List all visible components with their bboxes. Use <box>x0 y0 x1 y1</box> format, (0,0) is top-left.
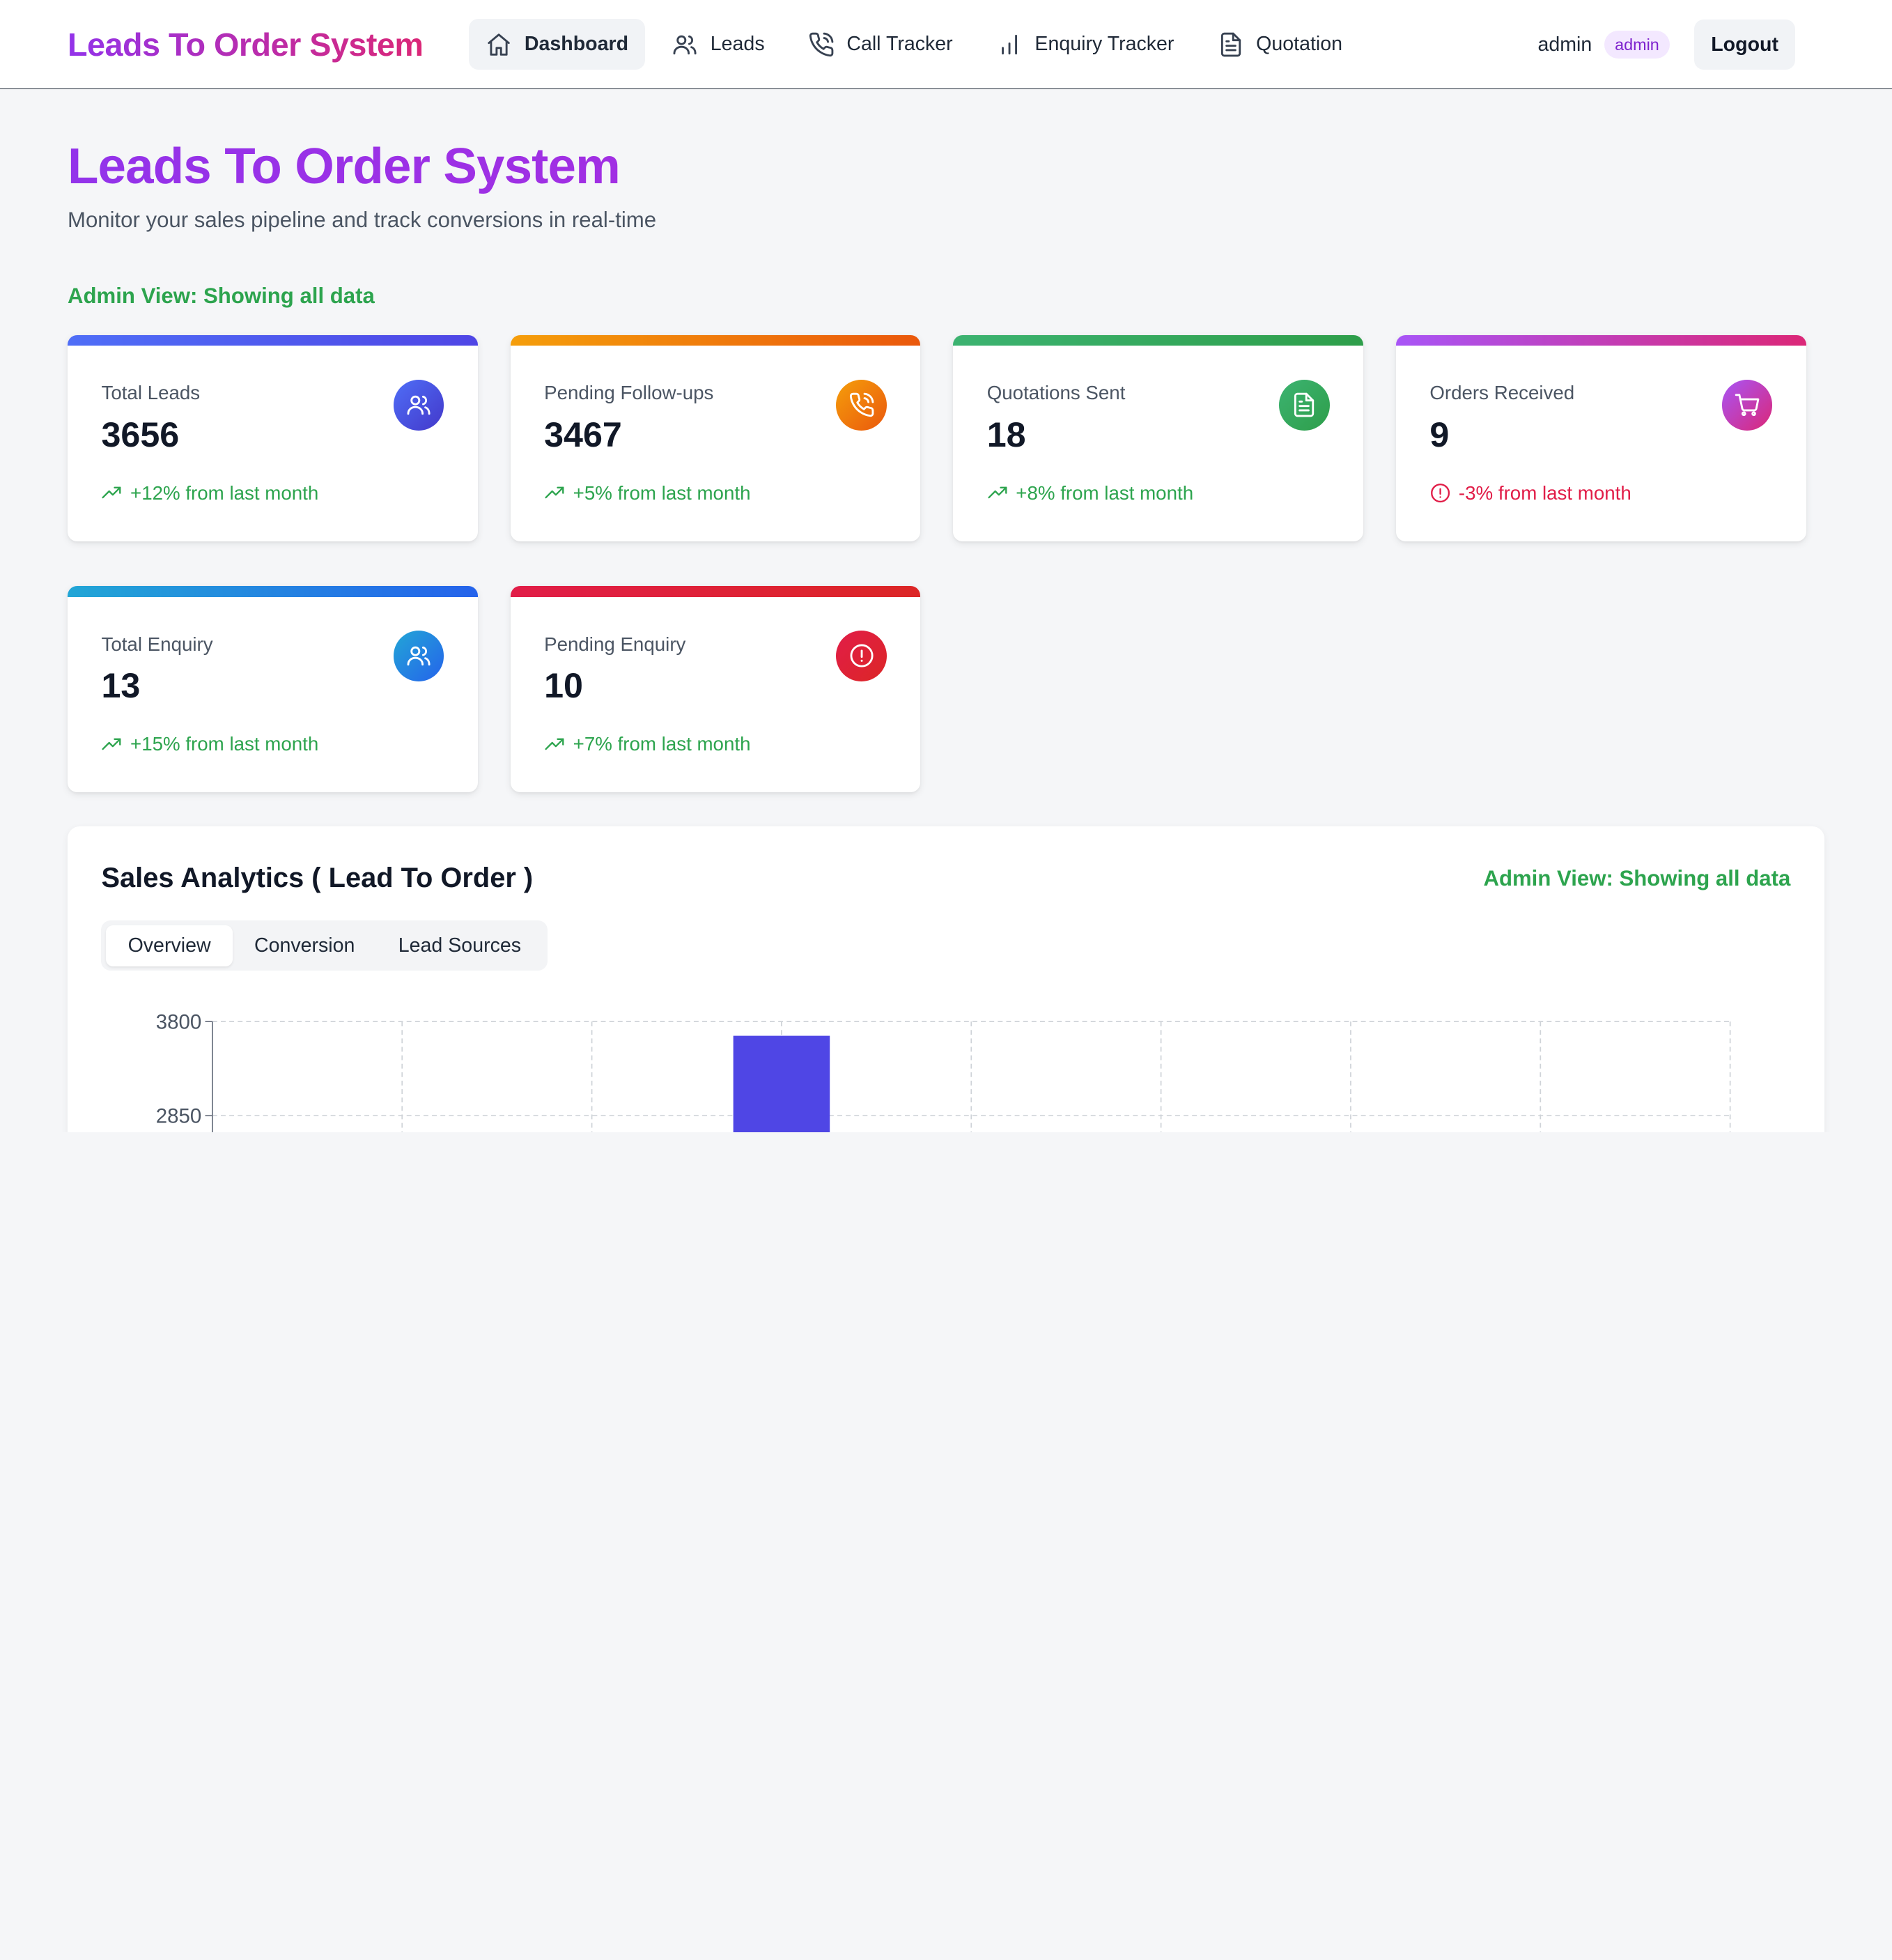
file-text-icon <box>1294 392 1315 417</box>
trending-up-icon <box>102 738 121 750</box>
card-icon-badge <box>836 379 887 431</box>
stat-card-orders-received[interactable]: Orders Received 9 -3% from last month <box>1395 334 1806 541</box>
card-trend-text: +8% from last month <box>1016 482 1194 504</box>
logout-button[interactable]: Logout <box>1694 19 1796 70</box>
chart-bar <box>733 1035 830 1132</box>
analytics-tabs: Overview Conversion Lead Sources <box>101 920 548 971</box>
card-trend-text: +15% from last month <box>130 733 319 755</box>
card-trend: -3% from last month <box>1429 482 1631 504</box>
card-icon-badge <box>1278 379 1330 431</box>
tab-conversion[interactable]: Conversion <box>233 925 377 966</box>
brand-logo[interactable]: Leads To Order System <box>68 26 424 63</box>
card-trend: +12% from last month <box>101 482 318 504</box>
card-accent-bar <box>67 334 478 346</box>
stats-cards: Total Leads 3656 +12% from last month Pe… <box>67 334 1824 793</box>
main-nav: Dashboard Leads Call Tracker Enquiry Tra… <box>469 19 1359 70</box>
stat-card-total-leads[interactable]: Total Leads 3656 +12% from last month <box>67 334 478 541</box>
nav-enquiry-tracker-label: Enquiry Tracker <box>1034 33 1174 56</box>
card-label: Total Leads <box>101 382 201 404</box>
trending-up-icon <box>102 487 121 499</box>
chart-y-tick-label: 2850 <box>156 1105 202 1128</box>
chart-y-tick-label: 3800 <box>156 1011 202 1034</box>
nav-dashboard-label: Dashboard <box>524 33 629 56</box>
card-label: Pending Follow-ups <box>544 382 714 404</box>
card-trend-text: +7% from last month <box>573 733 751 755</box>
stat-card-total-enquiry[interactable]: Total Enquiry 13 +15% from last month <box>67 585 478 793</box>
nav-quotation-label: Quotation <box>1256 33 1343 56</box>
card-accent-bar <box>1395 334 1806 346</box>
nav-enquiry-tracker[interactable]: Enquiry Tracker <box>979 19 1191 70</box>
card-trend-text: +12% from last month <box>130 482 319 504</box>
stat-card-pending-enquiry[interactable]: Pending Enquiry 10 +7% from last month <box>510 585 921 793</box>
card-icon-badge <box>393 631 444 681</box>
card-value: 18 <box>986 415 1026 454</box>
card-value: 9 <box>1429 415 1450 454</box>
card-value: 10 <box>544 666 583 706</box>
card-trend: +7% from last month <box>544 733 750 755</box>
nav-dashboard[interactable]: Dashboard <box>469 19 646 70</box>
card-label: Quotations Sent <box>986 382 1126 404</box>
stat-card-quotations-sent[interactable]: Quotations Sent 18 +8% from last month <box>953 334 1364 541</box>
phone-call-icon <box>809 32 834 56</box>
users-icon <box>673 35 697 54</box>
alert-circle-icon <box>850 644 874 668</box>
overview-bar-chart: 3800 2850 <box>156 1011 1731 1132</box>
user-area: admin admin Logout <box>1537 19 1796 70</box>
card-accent-bar <box>510 334 921 346</box>
stat-card-pending-followups[interactable]: Pending Follow-ups 3467 +5% from last mo… <box>510 334 921 541</box>
nav-leads-label: Leads <box>710 33 765 56</box>
sales-analytics-panel: Sales Analytics ( Lead To Order ) Admin … <box>67 826 1824 1132</box>
user-name: admin <box>1537 33 1592 56</box>
tab-lead-sources[interactable]: Lead Sources <box>377 925 543 966</box>
card-label: Pending Enquiry <box>544 633 686 655</box>
card-icon-badge <box>836 631 887 681</box>
card-accent-bar <box>510 585 921 597</box>
card-trend-text: +5% from last month <box>573 482 751 504</box>
tab-overview[interactable]: Overview <box>106 925 233 966</box>
card-value: 13 <box>101 666 141 706</box>
card-label: Orders Received <box>1429 382 1575 404</box>
home-icon <box>488 33 511 56</box>
card-value: 3467 <box>544 415 622 454</box>
trending-up-icon <box>545 487 564 499</box>
phone-call-icon <box>849 392 874 417</box>
card-accent-bar <box>67 585 478 597</box>
card-trend: +5% from last month <box>544 482 750 504</box>
main-content: Leads To Order System Monitor your sales… <box>0 137 1892 1132</box>
card-icon-badge <box>1721 379 1773 431</box>
page: Leads To Order System Dashboard Leads Ca… <box>0 0 1892 1132</box>
nav-call-tracker-label: Call Tracker <box>846 33 953 56</box>
nav-leads[interactable]: Leads <box>655 19 782 70</box>
analytics-admin-notice: Admin View: Showing all data <box>1483 865 1791 890</box>
bar-chart-icon <box>1002 34 1018 54</box>
page-subtitle: Monitor your sales pipeline and track co… <box>67 207 657 232</box>
card-value: 3656 <box>101 415 180 454</box>
card-trend: +15% from last month <box>101 733 318 755</box>
shopping-cart-icon <box>1735 394 1760 417</box>
trending-up-icon <box>545 738 564 750</box>
trending-up-icon <box>988 487 1007 499</box>
users-icon <box>407 395 431 415</box>
page-title: Leads To Order System <box>68 137 1824 195</box>
users-icon <box>407 647 431 666</box>
nav-call-tracker[interactable]: Call Tracker <box>791 19 970 70</box>
card-accent-bar <box>953 334 1364 346</box>
card-trend-text: -3% from last month <box>1458 482 1631 504</box>
top-navbar: Leads To Order System Dashboard Leads Ca… <box>0 0 1892 90</box>
file-text-icon <box>1220 32 1241 56</box>
admin-view-notice: Admin View: Showing all data <box>67 283 375 308</box>
alert-circle-icon <box>1431 484 1450 503</box>
analytics-title: Sales Analytics ( Lead To Order ) <box>101 862 534 893</box>
role-badge: admin <box>1604 30 1670 59</box>
card-label: Total Enquiry <box>101 633 213 655</box>
nav-quotation[interactable]: Quotation <box>1201 19 1360 70</box>
card-icon-badge <box>393 379 444 431</box>
card-trend: +8% from last month <box>987 482 1193 504</box>
